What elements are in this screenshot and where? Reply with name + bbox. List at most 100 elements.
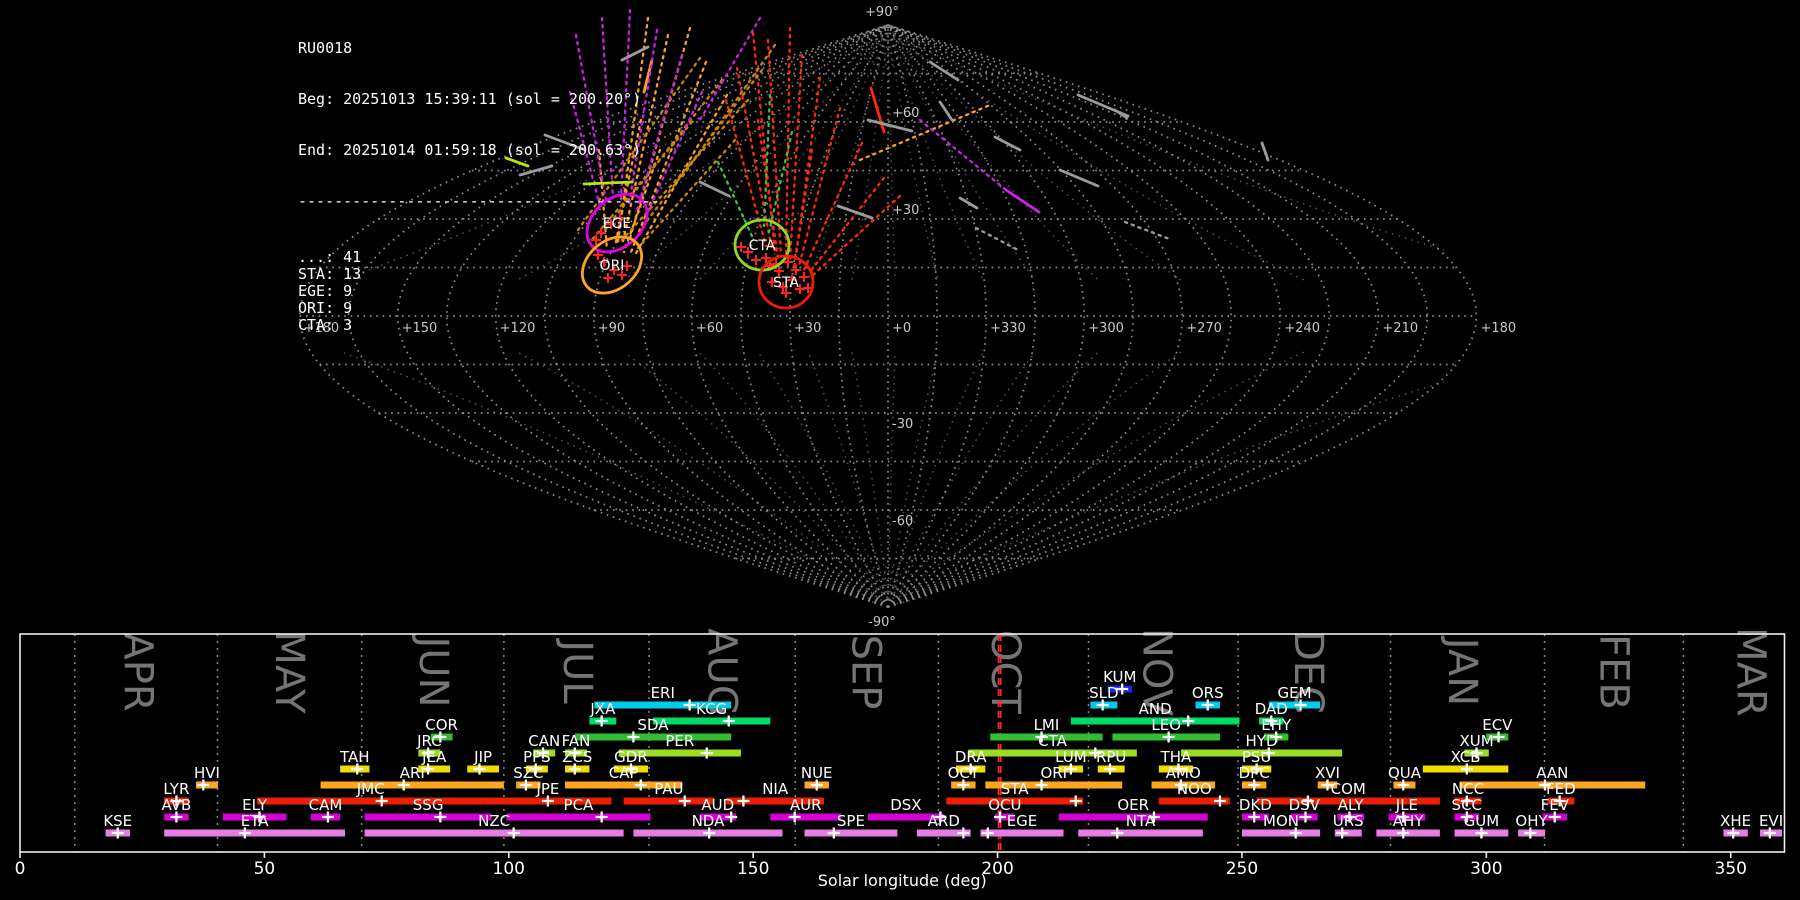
station-id: RU0018: [298, 39, 353, 57]
meteor-trail-magenta: [1004, 188, 1041, 214]
shower-EVI: EVI: [1759, 812, 1783, 839]
meteor-trail-red: [807, 176, 886, 275]
shower-code-OCT: OCT: [948, 764, 980, 782]
radiant-group-CTA: CTA: [733, 218, 791, 272]
shower-code-QUA: QUA: [1388, 764, 1422, 782]
shower-bar-JMC: [257, 797, 485, 805]
shower-code-EGE: EGE: [1007, 812, 1038, 830]
shower-peak-ERI: [683, 699, 696, 711]
shower-EGE: EGE: [980, 812, 1064, 839]
shower-JIP: JIP: [467, 748, 500, 775]
meridian-line: [789, 24, 889, 608]
shower-bar-NZC: [364, 829, 624, 837]
x-tick-label: 300: [1470, 859, 1502, 879]
radiant-cross: [751, 255, 761, 265]
shower-code-LEO: LEO: [1151, 716, 1181, 734]
meteor-trail-gray: [974, 226, 1020, 252]
shower-peak-NTA: [1111, 827, 1124, 839]
shower-code-JIP: JIP: [473, 748, 492, 766]
meteor-trail-gray: [958, 196, 979, 210]
shower-code-KCG: KCG: [696, 700, 727, 718]
shower-bar-MON: [1241, 829, 1321, 837]
shower-peak-STA: [1069, 795, 1082, 807]
shower-OCT: OCT: [948, 764, 980, 791]
shower-code-TAH: TAH: [339, 748, 370, 766]
shower-code-PAU: PAU: [654, 780, 683, 798]
shower-XCB: XCB: [1422, 748, 1509, 775]
shower-code-NDA: NDA: [692, 812, 726, 830]
shower-code-XCB: XCB: [1451, 748, 1481, 766]
month-label-MAY: MAY: [266, 630, 312, 714]
shower-code-GUM: GUM: [1464, 812, 1500, 830]
shower-code-ARD: ARD: [928, 812, 960, 830]
dec-label: -90°: [868, 615, 896, 630]
shower-URS: URS: [1333, 812, 1364, 839]
month-label-JUL: JUL: [554, 637, 600, 704]
meteor-trail-magenta: [698, 16, 762, 122]
x-tick-label: 0: [15, 859, 26, 879]
shower-peak-NIA: [737, 795, 750, 807]
shower-code-PER: PER: [665, 732, 694, 750]
meteor-trail-gray: [698, 180, 731, 198]
shower-code-KSE: KSE: [103, 812, 132, 830]
ra-label: +270: [1186, 321, 1222, 336]
shower-code-XHE: XHE: [1720, 812, 1751, 830]
month-label-APR: APR: [114, 632, 160, 711]
shower-code-OHY: OHY: [1515, 812, 1548, 830]
shower-code-EVI: EVI: [1759, 812, 1783, 830]
month-label-SEP: SEP: [843, 635, 889, 710]
radiant-cross: [736, 242, 746, 252]
dec-label: -60: [892, 514, 913, 529]
x-tick-label: 150: [737, 859, 769, 879]
shower-peak-PCA: [595, 811, 608, 823]
shower-CAM: CAM: [309, 796, 342, 823]
shower-DPC: DPC: [1239, 764, 1270, 791]
shower-bar-KCG: [652, 717, 771, 725]
shower-ORS: ORS: [1192, 684, 1224, 711]
shower-code-CAP: CAP: [609, 764, 639, 782]
dec-label: +90°: [865, 5, 899, 20]
shower-bar-SPE: [804, 829, 898, 837]
shower-code-AUR: AUR: [790, 796, 822, 814]
sky-and-timeline-plot: +180 +150 +120 +90 +60 +30 +0 +330 +300 +270 +240 +…: [15, 5, 1786, 890]
shower-code-ORI: ORI: [1040, 764, 1067, 782]
shower-AHY: AHY: [1376, 812, 1440, 839]
shower-peak-EGE: [981, 827, 994, 839]
shower-ZCS: ZCS: [562, 748, 592, 775]
shower-bar-AUR: [770, 813, 842, 821]
meteor-trail-gray: [928, 60, 960, 82]
month-label-JUN: JUN: [410, 634, 456, 708]
end-time: End: 20251014 01:59:18 (sol = 200.63°): [298, 141, 642, 159]
meteor-trail-red: [802, 141, 864, 272]
shower-NDA: NDA: [633, 812, 783, 839]
month-label-JAN: JAN: [1439, 635, 1485, 706]
radiant-report-screen: +180 +150 +120 +90 +60 +30 +0 +330 +300 +270 +240 +…: [0, 0, 1800, 900]
meridian-line: [887, 24, 1233, 608]
dec-label: +60: [892, 106, 919, 121]
radiant-cross: [799, 272, 809, 282]
shower-code-MON: MON: [1263, 812, 1299, 830]
ra-label: +0: [892, 321, 911, 336]
count-line-STA: STA: 13: [298, 265, 362, 283]
shower-code-SLD: SLD: [1089, 684, 1118, 702]
shower-counts: ...: 41 STA: 13 EGE: 9 ORI: 9 CTA: 3: [298, 249, 659, 334]
shower-bar-SDA: [574, 733, 732, 741]
meteor-trail-red: [869, 86, 886, 134]
shower-peak-NOO: [1213, 795, 1226, 807]
shower-code-ETA: ETA: [241, 812, 269, 830]
x-tick-label: 100: [493, 859, 525, 879]
meteor-trail-gray: [993, 135, 1022, 152]
meteor-trail-green: [762, 93, 772, 228]
shower-code-NZC: NZC: [478, 812, 510, 830]
ra-label: +330: [990, 321, 1026, 336]
month-label-MAR: MAR: [1727, 627, 1773, 717]
x-tick-label: 350: [1715, 859, 1747, 879]
x-tick-label: 250: [1226, 859, 1258, 879]
activity-timeline: APR MAY JUN JUL AUG SEP OCT NOV DEC JAN FEB MARKUME…: [15, 627, 1786, 890]
header-separator: ----------------------------------------: [298, 192, 660, 210]
shower-code-ERI: ERI: [651, 684, 675, 702]
x-axis-title: Solar longitude (deg): [818, 871, 987, 890]
shower-code-PCA: PCA: [564, 796, 595, 814]
shower-code-HVI: HVI: [194, 764, 220, 782]
shower-bar-NTA: [1078, 829, 1203, 837]
